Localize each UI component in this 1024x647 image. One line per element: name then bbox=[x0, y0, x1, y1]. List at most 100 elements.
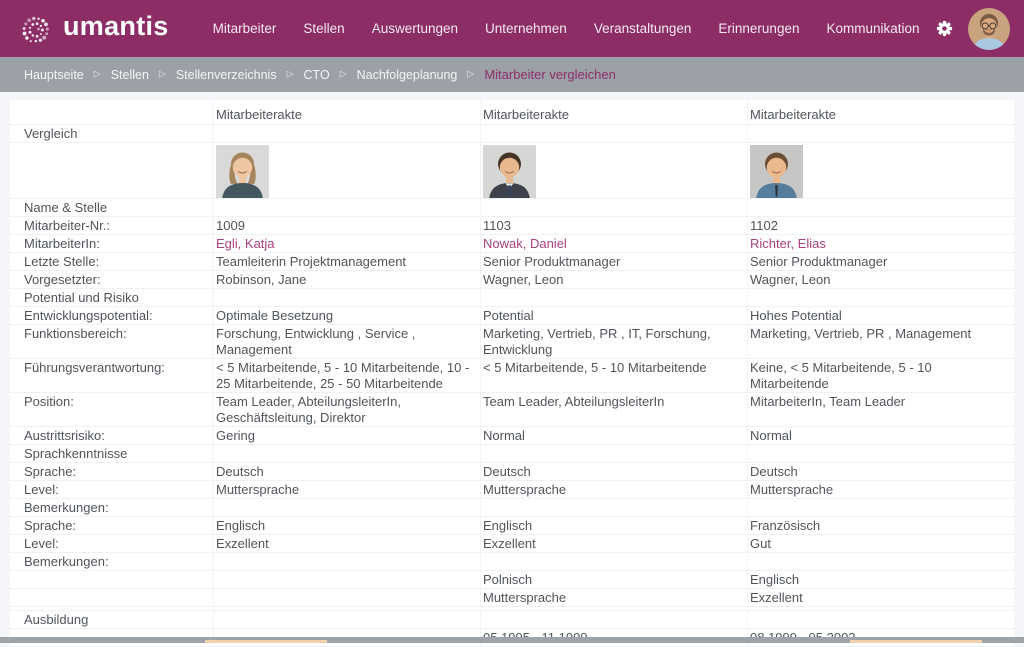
cell-value bbox=[480, 445, 747, 462]
cell-value: Gut bbox=[747, 535, 1014, 552]
table-row: Mitarbeiter-Nr.:100911031102 bbox=[10, 217, 1014, 235]
breadcrumb-separator-icon: ▷ bbox=[94, 69, 101, 80]
section-row: Potential und Risiko bbox=[10, 289, 1014, 307]
cell-value bbox=[480, 553, 747, 570]
row-label: Level: bbox=[10, 481, 213, 498]
photo-cell bbox=[480, 143, 747, 198]
employee-photo[interactable] bbox=[216, 145, 269, 198]
row-label: MitarbeiterIn: bbox=[10, 235, 213, 252]
table-row: Führungsverantwortung:< 5 Mitarbeitende,… bbox=[10, 359, 1014, 393]
comparison-table: Mitarbeiterakte Mitarbeiterakte Mitarbeite… bbox=[10, 100, 1014, 647]
brand-name: umantis bbox=[63, 13, 169, 44]
nav-item-mitarbeiter[interactable]: Mitarbeiter bbox=[213, 21, 277, 36]
cell-value: Exzellent bbox=[480, 535, 747, 552]
cell-value bbox=[747, 199, 1014, 216]
cell-value: Gering bbox=[213, 427, 480, 444]
row-label: Position: bbox=[10, 393, 213, 426]
cell-value: Muttersprache bbox=[480, 589, 747, 606]
nav-item-auswertungen[interactable]: Auswertungen bbox=[372, 21, 458, 36]
section-row: Sprachkenntnisse bbox=[10, 445, 1014, 463]
breadcrumb-item[interactable]: Stellenverzeichnis bbox=[176, 68, 277, 82]
cell-value: Potential bbox=[480, 307, 747, 324]
user-avatar[interactable] bbox=[968, 8, 1010, 50]
cell-value: Optimale Besetzung bbox=[213, 307, 480, 324]
cell-value: Normal bbox=[480, 427, 747, 444]
photo-cell bbox=[213, 143, 480, 198]
cell-value: MitarbeiterIn, Team Leader bbox=[747, 393, 1014, 426]
cell-value bbox=[747, 553, 1014, 570]
cell-value: 1009 bbox=[213, 217, 480, 234]
employee-file-link[interactable]: Mitarbeiterakte bbox=[216, 107, 302, 122]
row-label bbox=[10, 100, 213, 124]
breadcrumb-current-page: Mitarbeiter vergleichen bbox=[484, 67, 616, 82]
cell-value: Wagner, Leon bbox=[480, 271, 747, 288]
gear-icon[interactable] bbox=[936, 20, 953, 37]
cell-value bbox=[747, 289, 1014, 306]
cell-value: Marketing, Vertrieb, PR , Management bbox=[747, 325, 1014, 358]
row-label: Letzte Stelle: bbox=[10, 253, 213, 270]
table-row: Austrittsrisiko:GeringNormalNormal bbox=[10, 427, 1014, 445]
row-label bbox=[10, 143, 213, 198]
cell-value bbox=[213, 611, 480, 628]
breadcrumb-item[interactable]: Hauptseite bbox=[24, 68, 84, 82]
employee-name-link[interactable]: Nowak, Daniel bbox=[483, 236, 567, 251]
nav-item-veranstaltungen[interactable]: Veranstaltungen bbox=[594, 21, 692, 36]
nav-item-stellen[interactable]: Stellen bbox=[303, 21, 344, 36]
header-right bbox=[936, 8, 1010, 50]
cell-value bbox=[480, 125, 747, 142]
row-label: Bemerkungen: bbox=[10, 499, 213, 516]
cell-value: Englisch bbox=[480, 517, 747, 534]
cell-value bbox=[213, 499, 480, 516]
breadcrumb: Hauptseite▷Stellen▷Stellenverzeichnis▷CT… bbox=[0, 57, 1024, 92]
row-label: Sprache: bbox=[10, 463, 213, 480]
table-row: Funktionsbereich:Forschung, Entwicklung … bbox=[10, 325, 1014, 359]
cell-value: Richter, Elias bbox=[747, 235, 1014, 252]
cell-value bbox=[213, 571, 480, 588]
nav-item-unternehmen[interactable]: Unternehmen bbox=[485, 21, 567, 36]
nav-item-erinnerungen[interactable]: Erinnerungen bbox=[718, 21, 799, 36]
row-label bbox=[10, 589, 213, 606]
employee-file-link[interactable]: Mitarbeiterakte bbox=[483, 107, 569, 122]
table-row: Level:ExzellentExzellentGut bbox=[10, 535, 1014, 553]
cell-value: < 5 Mitarbeitende, 5 - 10 Mitarbeitende bbox=[480, 359, 747, 392]
section-label: Name & Stelle bbox=[10, 199, 213, 216]
cell-value: Polnisch bbox=[480, 571, 747, 588]
cell-value: Muttersprache bbox=[480, 481, 747, 498]
row-label bbox=[10, 571, 213, 588]
table-row: PolnischEnglisch bbox=[10, 571, 1014, 589]
employee-name-link[interactable]: Richter, Elias bbox=[750, 236, 826, 251]
employee-photo[interactable] bbox=[750, 145, 803, 198]
cell-value: Nowak, Daniel bbox=[480, 235, 747, 252]
app-header: umantis Mitarbeiter Stellen Auswertungen Un… bbox=[0, 0, 1024, 57]
cell-value: Deutsch bbox=[747, 463, 1014, 480]
cell-value: Senior Produktmanager bbox=[747, 253, 1014, 270]
photo-cell bbox=[747, 143, 1014, 198]
cell-value bbox=[480, 499, 747, 516]
cell-value: Deutsch bbox=[480, 463, 747, 480]
cell-value: Egli, Katja bbox=[213, 235, 480, 252]
cell-value: Robinson, Jane bbox=[213, 271, 480, 288]
section-row: Vergleich bbox=[10, 125, 1014, 143]
breadcrumb-item[interactable]: Nachfolgeplanung bbox=[357, 68, 458, 82]
row-label: Entwicklungspotential: bbox=[10, 307, 213, 324]
bottom-divider bbox=[0, 637, 1024, 643]
breadcrumb-item[interactable]: Stellen bbox=[111, 68, 149, 82]
cell-value: Englisch bbox=[213, 517, 480, 534]
employee-photo[interactable] bbox=[483, 145, 536, 198]
main-nav: Mitarbeiter Stellen Auswertungen Unternehme… bbox=[213, 21, 920, 36]
breadcrumb-item[interactable]: CTO bbox=[304, 68, 330, 82]
nav-item-kommunikation[interactable]: Kommunikation bbox=[826, 21, 919, 36]
section-label: Vergleich bbox=[10, 125, 213, 142]
employee-name-link[interactable]: Egli, Katja bbox=[216, 236, 275, 251]
table-row: MitarbeiterIn:Egli, Katja Nowak, Daniel Ri… bbox=[10, 235, 1014, 253]
umantis-logo[interactable]: umantis bbox=[18, 10, 169, 48]
table-row: Mitarbeiterakte Mitarbeiterakte Mitarbeite… bbox=[10, 100, 1014, 125]
row-label: Austrittsrisiko: bbox=[10, 427, 213, 444]
cell-value: Team Leader, AbteilungsleiterIn, Geschäf… bbox=[213, 393, 480, 426]
cell-value bbox=[213, 445, 480, 462]
cell-value: Forschung, Entwicklung , Service , Manag… bbox=[213, 325, 480, 358]
employee-file-link[interactable]: Mitarbeiterakte bbox=[750, 107, 836, 122]
cell-value: 1103 bbox=[480, 217, 747, 234]
section-label: Ausbildung bbox=[10, 611, 213, 628]
cell-value bbox=[213, 589, 480, 606]
